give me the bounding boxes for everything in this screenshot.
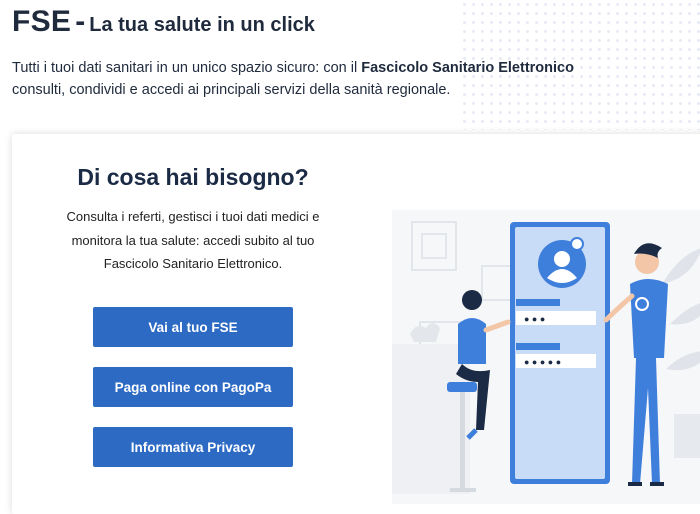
title-subtitle: La tua salute in un click [89, 14, 315, 36]
pay-pagopa-button[interactable]: Paga online con PagoPa [93, 367, 293, 407]
go-to-fse-button[interactable]: Vai al tuo FSE [93, 307, 293, 347]
phone-screen-icon [510, 222, 610, 484]
card-content: Di cosa hai bisogno? Consulta i referti,… [12, 134, 374, 276]
services-card: Di cosa hai bisogno? Consulta i referti,… [12, 134, 700, 514]
privacy-info-button[interactable]: Informativa Privacy [93, 427, 293, 467]
intro-text: Tutti i tuoi dati sanitari in un unico s… [12, 57, 612, 101]
cabinet-icon [392, 344, 470, 494]
title-main: FSE [12, 5, 72, 38]
health-app-illustration: ● ● ● ● ● ● ● ● [392, 210, 700, 504]
intro-text-start: Tutti i tuoi dati sanitari in un unico s… [12, 60, 362, 76]
title-dash: - [75, 5, 86, 38]
password-field-short: ● ● ● [524, 314, 545, 324]
page-title: FSE - La tua salute in un click [12, 4, 688, 37]
intro-text-end: consulti, condividi e accedi ai principa… [12, 82, 451, 98]
intro-text-bold: Fascicolo Sanitario Elettronico [361, 60, 574, 76]
password-field-long: ● ● ● ● ● [524, 357, 561, 367]
hero-section: FSE - La tua salute in un click Tutti i tu… [12, 4, 688, 101]
card-heading: Di cosa hai bisogno? [77, 164, 309, 190]
card-description: Consulta i referti, gestisci i tuoi dati… [66, 209, 320, 271]
